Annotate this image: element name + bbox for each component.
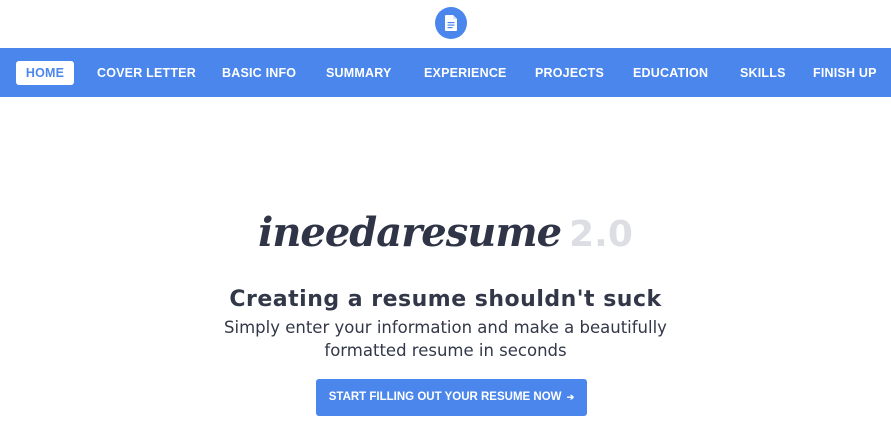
nav-skills[interactable]: SKILLS [740, 62, 786, 85]
brand-wordmark: ineedaresume 2.0 [0, 205, 891, 263]
hero-subline: Simply enter your information and make a… [224, 318, 667, 360]
nav-home[interactable]: HOME [16, 61, 74, 85]
nav-education[interactable]: EDUCATION [633, 62, 708, 85]
nav-summary[interactable]: SUMMARY [326, 62, 392, 85]
nav-experience[interactable]: EXPERIENCE [424, 62, 507, 85]
main-nav: HOME COVER LETTER BASIC INFO SUMMARY EXP… [0, 48, 891, 97]
nav-finish-up[interactable]: FINISH UP [813, 62, 877, 85]
document-icon [445, 15, 457, 31]
start-resume-button[interactable]: START FILLING OUT YOUR RESUME NOW ➔ [316, 379, 587, 416]
hero-headline: Creating a resume shouldn't suck [229, 287, 662, 312]
nav-basic-info[interactable]: BASIC INFO [222, 62, 296, 85]
logo[interactable] [435, 7, 467, 39]
top-bar [0, 0, 891, 48]
brand-version: 2.0 [569, 214, 633, 255]
nav-projects[interactable]: PROJECTS [535, 62, 604, 85]
brand-name: ineedaresume [258, 209, 562, 256]
arrow-right-icon: ➔ [566, 392, 575, 402]
nav-cover-letter[interactable]: COVER LETTER [97, 62, 196, 85]
start-resume-label: START FILLING OUT YOUR RESUME NOW [328, 391, 562, 403]
